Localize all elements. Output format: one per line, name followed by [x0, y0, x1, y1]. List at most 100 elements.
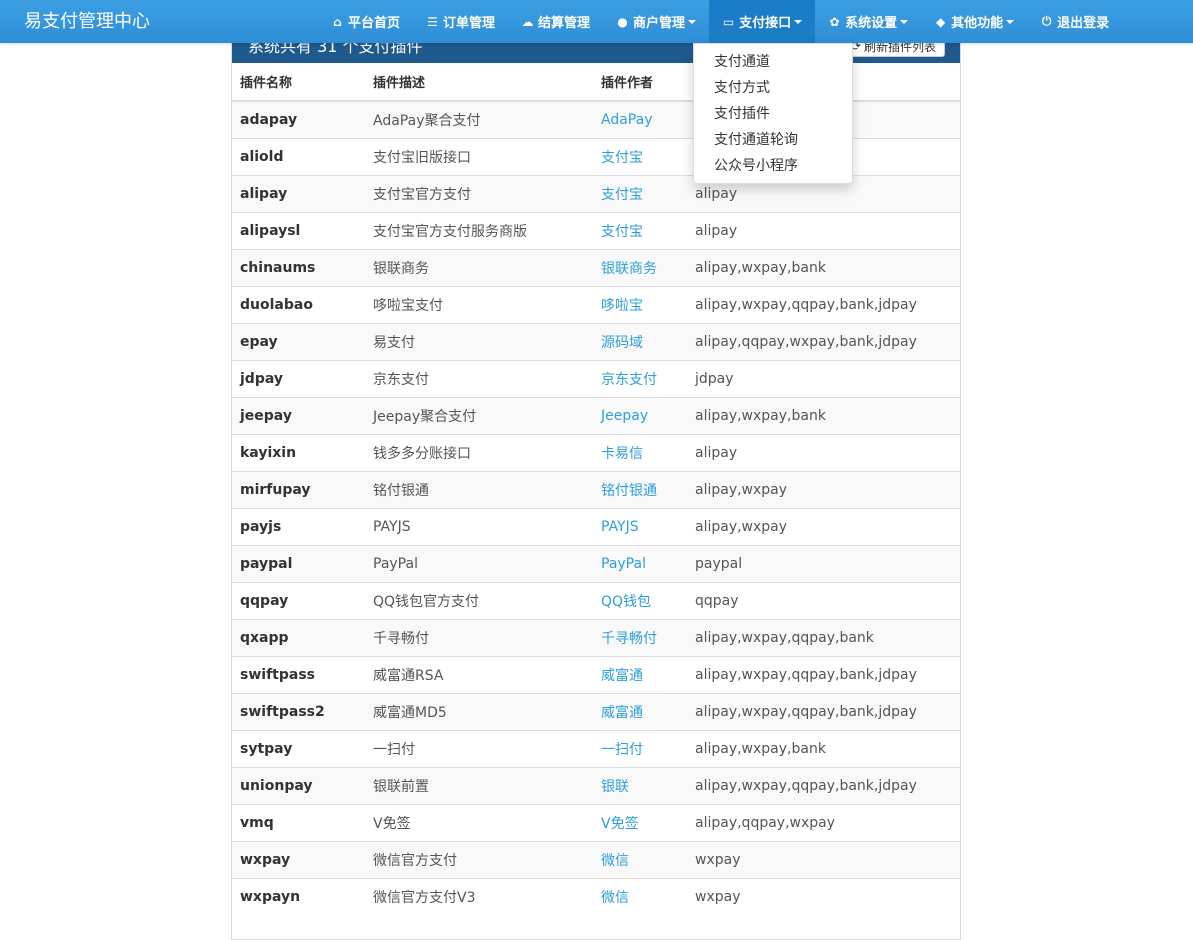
table-row: unionpay 银联前置 银联 alipay,wxpay,qqpay,bank,jd…: [232, 766, 960, 804]
table-row: jeepay Jeepay聚合支付 Jeepay alipay,wxpay,bank: [232, 396, 960, 434]
main-nav: ⌂ 平台首页 ☰ 订单管理 ☁ 结算管理 ● 商户管理 ▭ 支付接口 ✿ 系统设置 ◆ 其他功能 ⏻ 退出登录: [318, 0, 1122, 43]
cell-name: duolabao: [232, 285, 365, 323]
cell-types: alipay,wxpay,bank: [687, 248, 960, 286]
dropdown-item-2[interactable]: 支付插件: [694, 101, 852, 127]
nav-item-5[interactable]: ✿ 系统设置: [815, 0, 921, 43]
cell-types: alipay,wxpay,qqpay,bank,jdpay: [687, 692, 960, 730]
cell-name: qxapp: [232, 618, 365, 656]
cell-types: alipay,qqpay,wxpay: [687, 803, 960, 841]
col-header-name: 插件名称: [232, 63, 365, 102]
table-row: qqpay QQ钱包官方支付 QQ钱包 qqpay: [232, 581, 960, 619]
cell-author[interactable]: V免签: [593, 803, 687, 841]
dropdown-item-3[interactable]: 支付通道轮询: [694, 127, 852, 153]
cell-author[interactable]: QQ钱包: [593, 581, 687, 619]
cell-types: alipay,wxpay,qqpay,bank,jdpay: [687, 766, 960, 804]
cell-author[interactable]: PayPal: [593, 544, 687, 582]
table-row: wxpay 微信官方支付 微信 wxpay: [232, 840, 960, 878]
cell-types: alipay,qqpay,wxpay,bank,jdpay: [687, 322, 960, 360]
cell-desc: PAYJS: [365, 507, 593, 545]
nav-item-6[interactable]: ◆ 其他功能: [921, 0, 1027, 43]
cell-name: swiftpass: [232, 655, 365, 693]
cell-desc: 微信官方支付V3: [365, 877, 593, 915]
user-icon: ●: [617, 14, 628, 29]
cell-author[interactable]: 威富通: [593, 655, 687, 693]
cell-author[interactable]: PAYJS: [593, 507, 687, 545]
cell-author[interactable]: 源码域: [593, 322, 687, 360]
table-row: payjs PAYJS PAYJS alipay,wxpay: [232, 507, 960, 545]
cell-desc: 威富通MD5: [365, 692, 593, 730]
table-row: epay 易支付 源码域 alipay,qqpay,wxpay,bank,jdpay: [232, 322, 960, 360]
cell-author[interactable]: 银联商务: [593, 248, 687, 286]
cell-author[interactable]: 支付宝: [593, 211, 687, 249]
gear-icon: ✿: [829, 14, 840, 29]
cell-name: epay: [232, 322, 365, 360]
cell-author[interactable]: AdaPay: [593, 100, 687, 138]
cell-author[interactable]: 卡易信: [593, 433, 687, 471]
cell-desc: Jeepay聚合支付: [365, 396, 593, 434]
list-icon: ☰: [427, 14, 438, 29]
cell-name: vmq: [232, 803, 365, 841]
table-row: alipaysl 支付宝官方支付服务商版 支付宝 alipay: [232, 211, 960, 249]
cell-name: aliold: [232, 137, 365, 175]
nav-item-4[interactable]: ▭ 支付接口: [709, 0, 816, 43]
cell-author[interactable]: 威富通: [593, 692, 687, 730]
cell-desc: 威富通RSA: [365, 655, 593, 693]
cell-types: alipay,wxpay: [687, 507, 960, 545]
cell-desc: 京东支付: [365, 359, 593, 397]
nav-label: 退出登录: [1057, 16, 1110, 31]
cell-name: jeepay: [232, 396, 365, 434]
cell-desc: 千寻畅付: [365, 618, 593, 656]
caret-down-icon: [900, 19, 909, 24]
cell-types: alipay,wxpay,bank: [687, 729, 960, 767]
nav-item-2[interactable]: ☁ 结算管理: [508, 0, 603, 43]
top-navbar: 易支付管理中心 ⌂ 平台首页 ☰ 订单管理 ☁ 结算管理 ● 商户管理 ▭ 支付接口 ✿ 系统设置 ◆ 其…: [0, 0, 1193, 43]
nav-label: 商户管理: [633, 16, 686, 31]
table-row: swiftpass2 威富通MD5 威富通 alipay,wxpay,qqpay,ba…: [232, 692, 960, 730]
cell-name: alipay: [232, 174, 365, 212]
nav-item-0[interactable]: ⌂ 平台首页: [318, 0, 413, 43]
cell-author[interactable]: 微信: [593, 877, 687, 915]
dropdown-item-0[interactable]: 支付通道: [694, 49, 852, 75]
cell-desc: 银联商务: [365, 248, 593, 286]
table-row: qxapp 千寻畅付 千寻畅付 alipay,wxpay,qqpay,bank: [232, 618, 960, 656]
cell-types: wxpay: [687, 877, 960, 915]
cell-name: paypal: [232, 544, 365, 582]
cell-desc: 支付宝旧版接口: [365, 137, 593, 175]
brand-title[interactable]: 易支付管理中心: [24, 7, 150, 33]
cell-author[interactable]: 支付宝: [593, 174, 687, 212]
cell-author[interactable]: 支付宝: [593, 137, 687, 175]
caret-down-icon: [794, 19, 803, 24]
nav-label: 系统设置: [845, 16, 898, 31]
table-row: swiftpass 威富通RSA 威富通 alipay,wxpay,qqpay,ban…: [232, 655, 960, 693]
dropdown-item-1[interactable]: 支付方式: [694, 75, 852, 101]
home-icon: ⌂: [333, 14, 342, 29]
cell-types: jdpay: [687, 359, 960, 397]
cell-types: paypal: [687, 544, 960, 582]
dropdown-item-4[interactable]: 公众号小程序: [694, 153, 852, 179]
cell-desc: PayPal: [365, 544, 593, 582]
cell-author[interactable]: 银联: [593, 766, 687, 804]
nav-item-7[interactable]: ⏻ 退出登录: [1027, 0, 1122, 43]
cell-desc: V免签: [365, 803, 593, 841]
cell-author[interactable]: 微信: [593, 840, 687, 878]
cell-types: alipay,wxpay: [687, 470, 960, 508]
col-header-desc: 插件描述: [365, 63, 593, 102]
cell-author[interactable]: 千寻畅付: [593, 618, 687, 656]
cell-types: alipay: [687, 433, 960, 471]
table-row: chinaums 银联商务 银联商务 alipay,wxpay,bank: [232, 248, 960, 286]
cell-author[interactable]: Jeepay: [593, 396, 687, 434]
cell-name: wxpayn: [232, 877, 365, 915]
cell-desc: 哆啦宝支付: [365, 285, 593, 323]
cell-types: alipay,wxpay,qqpay,bank: [687, 618, 960, 656]
cell-desc: AdaPay聚合支付: [365, 100, 593, 138]
nav-item-1[interactable]: ☰ 订单管理: [413, 0, 508, 43]
cell-name: mirfupay: [232, 470, 365, 508]
cell-author[interactable]: 京东支付: [593, 359, 687, 397]
nav-item-3[interactable]: ● 商户管理: [603, 0, 709, 43]
cell-author[interactable]: 一扫付: [593, 729, 687, 767]
cell-desc: QQ钱包官方支付: [365, 581, 593, 619]
cell-author[interactable]: 铭付银通: [593, 470, 687, 508]
table-row: kayixin 钱多多分账接口 卡易信 alipay: [232, 433, 960, 471]
col-header-author: 插件作者: [593, 63, 687, 102]
cell-author[interactable]: 哆啦宝: [593, 285, 687, 323]
